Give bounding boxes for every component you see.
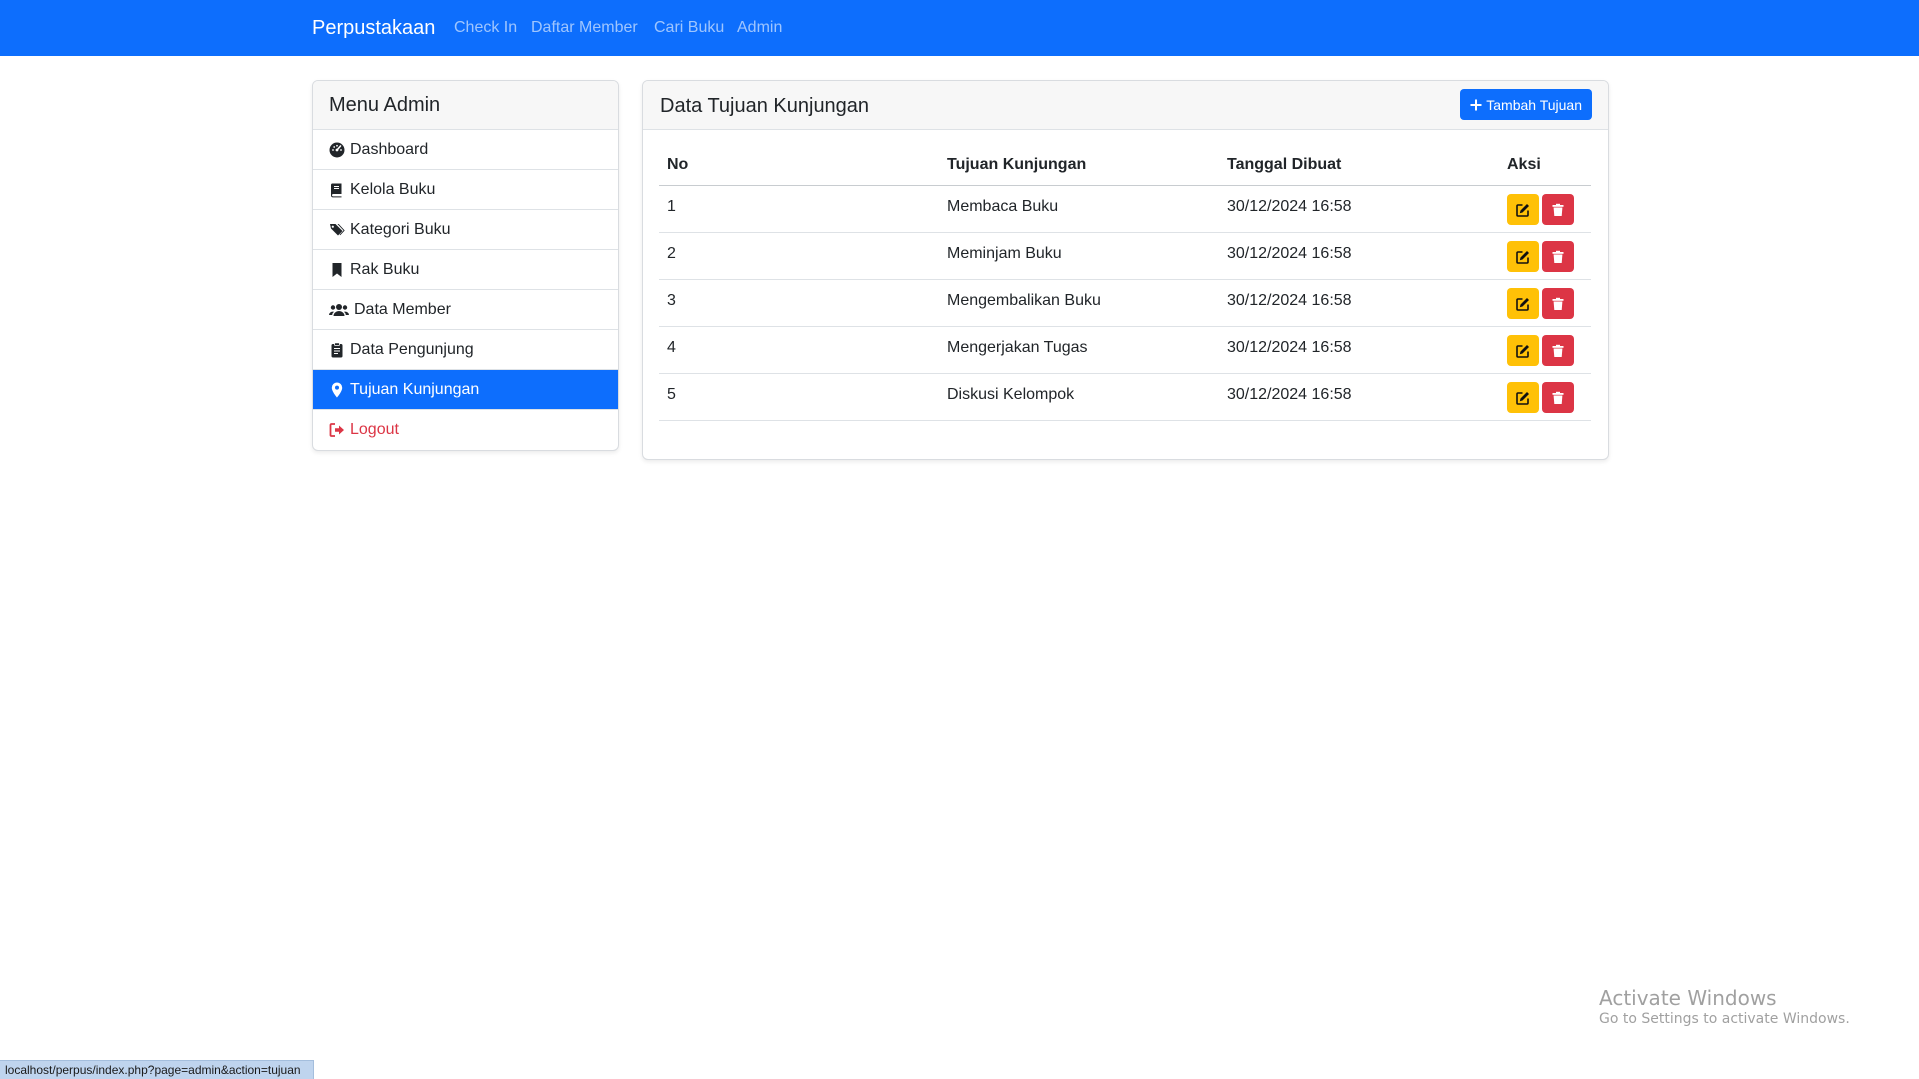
plus-icon bbox=[1470, 99, 1482, 110]
cell-no: 5 bbox=[659, 373, 939, 421]
sidebar-item-label: Rak Buku bbox=[350, 260, 420, 278]
cell-actions bbox=[1499, 279, 1591, 327]
column-header-aksi: Aksi bbox=[1499, 145, 1591, 186]
sidebar-item-data-pengunjung[interactable]: Data Pengunjung bbox=[313, 330, 618, 370]
cell-tujuan: Mengembalikan Buku bbox=[939, 279, 1219, 327]
edit-button[interactable] bbox=[1507, 335, 1539, 366]
sidebar-item-label: Data Pengunjung bbox=[350, 340, 474, 358]
sidebar-item-kelola-buku[interactable]: Kelola Buku bbox=[313, 170, 618, 210]
bookmark-icon bbox=[332, 262, 342, 277]
table-header-row: No Tujuan Kunjungan Tanggal Dibuat Aksi bbox=[659, 145, 1591, 186]
status-bar-url: localhost/perpus/index.php?page=admin&ac… bbox=[0, 1060, 314, 1079]
activate-windows-subtitle: Go to Settings to activate Windows. bbox=[1599, 1011, 1850, 1027]
cell-no: 3 bbox=[659, 279, 939, 327]
add-tujuan-button[interactable]: Tambah Tujuan bbox=[1460, 89, 1592, 120]
edit-icon bbox=[1516, 250, 1529, 264]
navbar: Perpustakaan Check In Daftar Member Cari… bbox=[0, 0, 1919, 56]
delete-button[interactable] bbox=[1542, 382, 1574, 413]
edit-icon bbox=[1516, 203, 1529, 217]
sidebar-item-logout[interactable]: Logout bbox=[313, 410, 618, 450]
cell-no: 2 bbox=[659, 232, 939, 280]
card-header: Data Tujuan Kunjungan Tambah Tujuan bbox=[643, 81, 1608, 130]
cell-tujuan: Membaca Buku bbox=[939, 185, 1219, 233]
cell-no: 1 bbox=[659, 185, 939, 233]
cell-actions bbox=[1499, 185, 1591, 233]
nav-link-cari-buku[interactable]: Cari Buku bbox=[654, 18, 724, 38]
add-tujuan-label: Tambah Tujuan bbox=[1486, 96, 1582, 113]
sidebar-item-rak-buku[interactable]: Rak Buku bbox=[313, 250, 618, 290]
cell-tanggal: 30/12/2024 16:58 bbox=[1219, 326, 1499, 374]
tujuan-kunjungan-card: Data Tujuan Kunjungan Tambah Tujuan No T… bbox=[642, 80, 1609, 460]
trash-icon bbox=[1552, 250, 1564, 263]
activate-windows-title: Activate Windows bbox=[1599, 986, 1777, 1010]
tujuan-table: No Tujuan Kunjungan Tanggal Dibuat Aksi … bbox=[659, 145, 1591, 421]
nav-link-daftar-member[interactable]: Daftar Member bbox=[531, 18, 638, 38]
sidebar-item-label: Logout bbox=[350, 421, 399, 438]
page-title: Data Tujuan Kunjungan bbox=[660, 95, 870, 117]
sidebar-item-tujuan-kunjungan[interactable]: Tujuan Kunjungan bbox=[313, 370, 618, 410]
table-row: 4 Mengerjakan Tugas 30/12/2024 16:58 bbox=[659, 326, 1591, 374]
delete-button[interactable] bbox=[1542, 335, 1574, 366]
clipboard-icon bbox=[331, 341, 343, 357]
sidebar-item-label: Kelola Buku bbox=[350, 180, 436, 198]
edit-icon bbox=[1516, 344, 1529, 358]
delete-button[interactable] bbox=[1542, 288, 1574, 319]
cell-tujuan: Mengerjakan Tugas bbox=[939, 326, 1219, 374]
delete-button[interactable] bbox=[1542, 241, 1574, 272]
trash-icon bbox=[1552, 203, 1564, 216]
sign-out-icon bbox=[329, 423, 344, 437]
cell-tanggal: 30/12/2024 16:58 bbox=[1219, 373, 1499, 421]
nav-link-admin[interactable]: Admin bbox=[737, 18, 782, 38]
column-header-no: No bbox=[659, 145, 939, 186]
trash-icon bbox=[1552, 344, 1564, 357]
edit-icon bbox=[1516, 297, 1529, 311]
map-marker-icon bbox=[331, 382, 343, 397]
table-row: 2 Meminjam Buku 30/12/2024 16:58 bbox=[659, 232, 1591, 280]
dashboard-icon bbox=[329, 142, 345, 157]
navbar-brand[interactable]: Perpustakaan bbox=[312, 16, 435, 40]
edit-button[interactable] bbox=[1507, 382, 1539, 413]
edit-button[interactable] bbox=[1507, 288, 1539, 319]
tags-icon bbox=[330, 223, 345, 235]
admin-menu-card: Menu Admin Dashboard Kelola Buku Kategor… bbox=[312, 80, 619, 451]
cell-tanggal: 30/12/2024 16:58 bbox=[1219, 232, 1499, 280]
admin-menu-title: Menu Admin bbox=[313, 81, 618, 130]
column-header-tujuan: Tujuan Kunjungan bbox=[939, 145, 1219, 186]
edit-button[interactable] bbox=[1507, 194, 1539, 225]
sidebar-item-dashboard[interactable]: Dashboard bbox=[313, 130, 618, 170]
table-row: 1 Membaca Buku 30/12/2024 16:58 bbox=[659, 185, 1591, 233]
cell-actions bbox=[1499, 232, 1591, 280]
sidebar-item-label: Tujuan Kunjungan bbox=[350, 380, 480, 398]
sidebar-item-label: Dashboard bbox=[350, 140, 429, 158]
delete-button[interactable] bbox=[1542, 194, 1574, 225]
column-header-tanggal: Tanggal Dibuat bbox=[1219, 145, 1499, 186]
edit-icon bbox=[1516, 391, 1529, 405]
trash-icon bbox=[1552, 391, 1564, 404]
sidebar-item-label: Data Member bbox=[354, 300, 451, 318]
cell-tujuan: Meminjam Buku bbox=[939, 232, 1219, 280]
table-row: 5 Diskusi Kelompok 30/12/2024 16:58 bbox=[659, 373, 1591, 421]
cell-no: 4 bbox=[659, 326, 939, 374]
cell-tanggal: 30/12/2024 16:58 bbox=[1219, 279, 1499, 327]
table-row: 3 Mengembalikan Buku 30/12/2024 16:58 bbox=[659, 279, 1591, 327]
sidebar-item-label: Kategori Buku bbox=[350, 220, 451, 238]
edit-button[interactable] bbox=[1507, 241, 1539, 272]
cell-actions bbox=[1499, 373, 1591, 421]
cell-tanggal: 30/12/2024 16:58 bbox=[1219, 185, 1499, 233]
sidebar-item-kategori-buku[interactable]: Kategori Buku bbox=[313, 210, 618, 250]
book-icon bbox=[330, 183, 342, 197]
cell-actions bbox=[1499, 326, 1591, 374]
nav-link-check-in[interactable]: Check In bbox=[454, 18, 517, 38]
users-icon bbox=[329, 303, 349, 316]
sidebar-item-data-member[interactable]: Data Member bbox=[313, 290, 618, 330]
cell-tujuan: Diskusi Kelompok bbox=[939, 373, 1219, 421]
trash-icon bbox=[1552, 297, 1564, 310]
